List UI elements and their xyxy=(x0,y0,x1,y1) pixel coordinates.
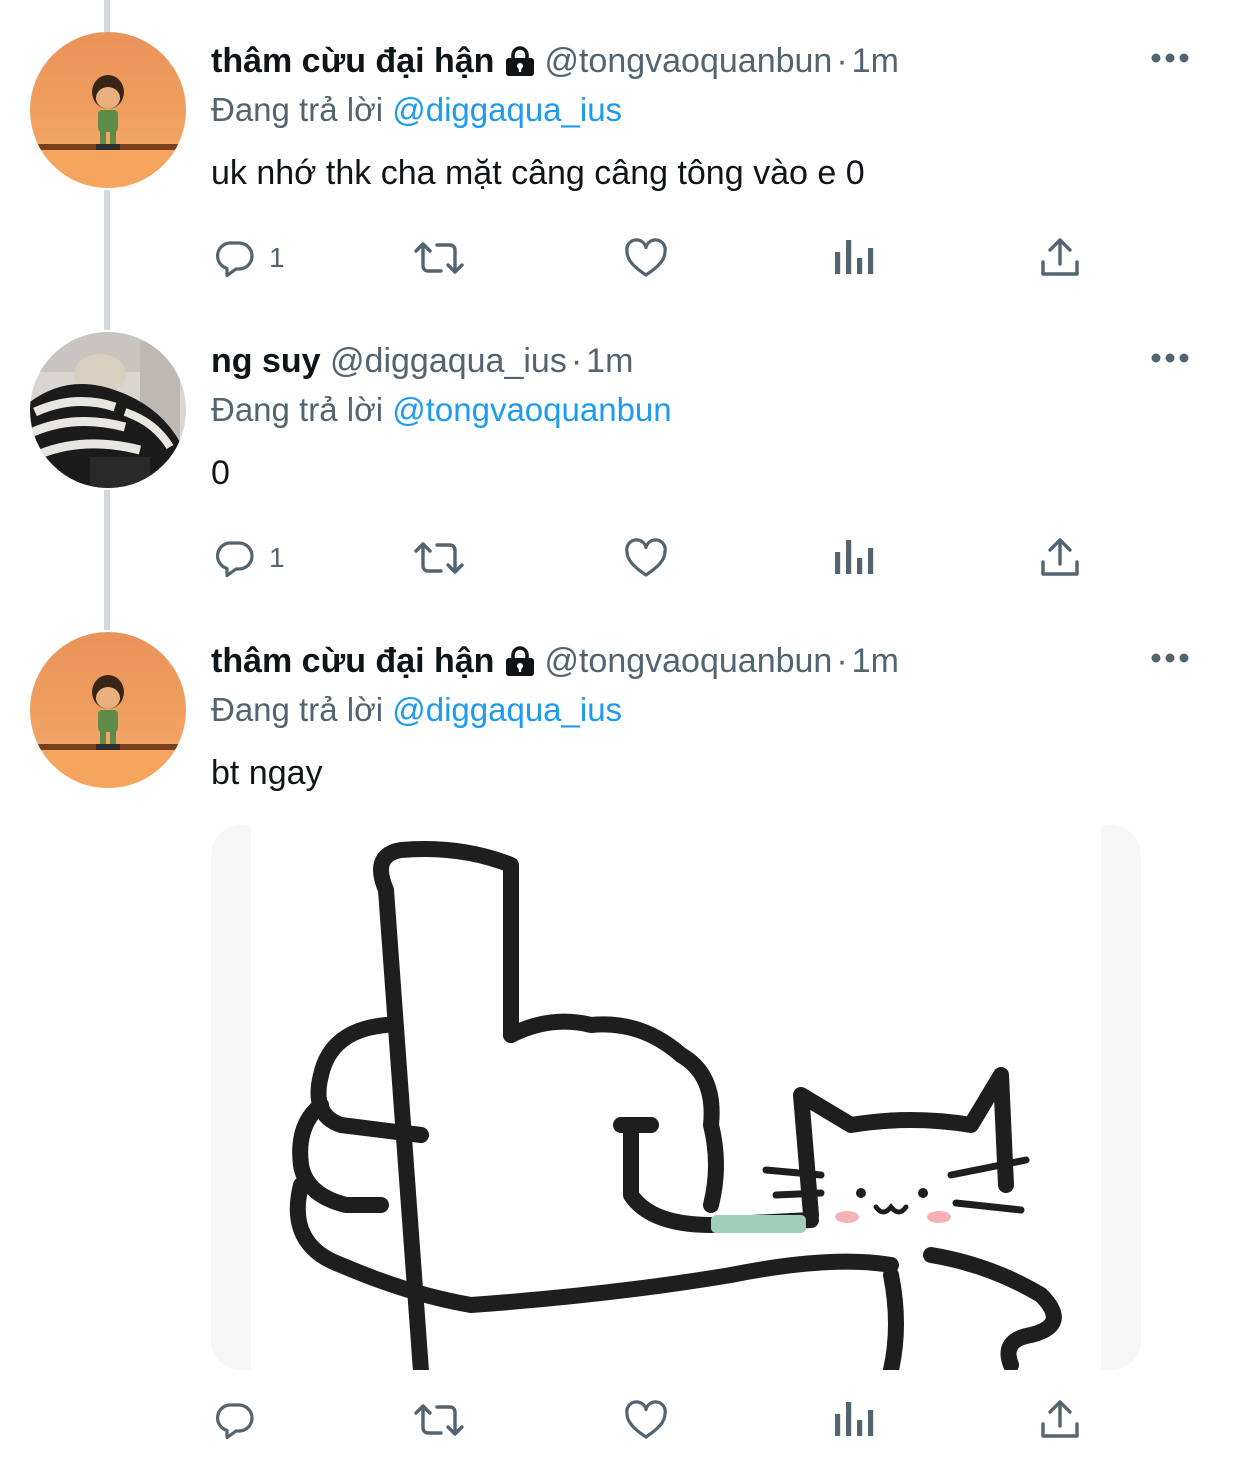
display-name[interactable]: thâm cừu đại hận xyxy=(211,42,494,80)
timestamp[interactable]: 1m xyxy=(852,642,899,680)
like-button[interactable] xyxy=(621,528,671,588)
action-bar: 1 xyxy=(211,528,1091,588)
replying-to-label: Đang trả lời xyxy=(211,691,384,728)
timestamp[interactable]: 1m xyxy=(586,342,633,380)
tweet[interactable]: ng suy @diggaqua_ius · 1m Đang trả lời @to… xyxy=(0,300,1242,620)
mention-link[interactable]: @diggaqua_ius xyxy=(392,91,622,128)
tweet[interactable]: thâm cừu đại hận @tongvaoquanbun · 1m Đang … xyxy=(0,600,1242,1469)
tweet[interactable]: thâm cừu đại hận @tongvaoquanbun · 1m Đang … xyxy=(0,0,1242,320)
replying-to: Đang trả lời @diggaqua_ius xyxy=(211,88,622,132)
reply-button[interactable] xyxy=(211,1390,269,1450)
separator-dot: · xyxy=(836,42,848,80)
mention-link[interactable]: @diggaqua_ius xyxy=(392,691,622,728)
heart-icon xyxy=(621,534,671,582)
timestamp[interactable]: 1m xyxy=(852,42,899,80)
tweet-text: bt ngay xyxy=(211,754,323,792)
share-icon xyxy=(1037,534,1083,582)
lock-icon xyxy=(502,642,538,688)
share-button[interactable] xyxy=(1037,228,1083,288)
reply-count: 1 xyxy=(269,542,285,573)
reply-icon xyxy=(211,234,259,282)
replying-to: Đang trả lời @tongvaoquanbun xyxy=(211,388,672,432)
user-handle[interactable]: @diggaqua_ius xyxy=(330,342,567,380)
like-button[interactable] xyxy=(621,1390,671,1450)
views-button[interactable] xyxy=(831,1390,875,1450)
retweet-button[interactable] xyxy=(411,228,467,288)
separator-dot: · xyxy=(836,642,848,680)
retweet-icon xyxy=(411,234,467,282)
replying-to-label: Đang trả lời xyxy=(211,91,384,128)
reply-button[interactable]: 1 xyxy=(211,228,285,288)
reply-icon xyxy=(211,1396,259,1444)
user-handle[interactable]: @tongvaoquanbun xyxy=(544,42,832,80)
retweet-icon xyxy=(411,534,467,582)
views-icon xyxy=(831,534,875,582)
more-horizontal-icon[interactable] xyxy=(1150,48,1190,68)
mention-link[interactable]: @tongvaoquanbun xyxy=(392,391,671,428)
views-icon xyxy=(831,234,875,282)
tweet-header: thâm cừu đại hận @tongvaoquanbun · 1m xyxy=(211,638,899,684)
separator-dot: · xyxy=(570,342,583,380)
views-icon xyxy=(831,1396,875,1444)
display-name[interactable]: ng suy xyxy=(211,342,321,380)
share-button[interactable] xyxy=(1037,528,1083,588)
retweet-button[interactable] xyxy=(411,528,467,588)
tweet-media-image[interactable] xyxy=(211,825,1141,1370)
reply-button[interactable]: 1 xyxy=(211,528,285,588)
share-icon xyxy=(1037,234,1083,282)
share-icon xyxy=(1037,1396,1083,1444)
heart-icon xyxy=(621,234,671,282)
tweet-text: 0 xyxy=(211,454,230,492)
more-horizontal-icon[interactable] xyxy=(1150,348,1190,368)
replying-to: Đang trả lời @diggaqua_ius xyxy=(211,688,622,732)
retweet-button[interactable] xyxy=(411,1390,467,1450)
display-name[interactable]: thâm cừu đại hận xyxy=(211,642,494,680)
share-button[interactable] xyxy=(1037,1390,1083,1450)
views-button[interactable] xyxy=(831,528,875,588)
like-button[interactable] xyxy=(621,228,671,288)
views-button[interactable] xyxy=(831,228,875,288)
tweet-header: ng suy @diggaqua_ius · 1m xyxy=(211,338,633,384)
heart-icon xyxy=(621,1396,671,1444)
lock-icon xyxy=(502,42,538,88)
avatar[interactable] xyxy=(30,632,186,788)
tweet-text: uk nhớ thk cha mặt câng câng tông vào e … xyxy=(211,154,865,192)
tweet-header: thâm cừu đại hận @tongvaoquanbun · 1m xyxy=(211,38,899,84)
reply-count: 1 xyxy=(269,242,285,273)
retweet-icon xyxy=(411,1396,467,1444)
action-bar xyxy=(211,1390,1091,1450)
reply-icon xyxy=(211,534,259,582)
action-bar: 1 xyxy=(211,228,1091,288)
more-horizontal-icon[interactable] xyxy=(1150,648,1190,668)
avatar[interactable] xyxy=(30,32,186,188)
avatar[interactable] xyxy=(30,332,186,488)
user-handle[interactable]: @tongvaoquanbun xyxy=(544,642,832,680)
replying-to-label: Đang trả lời xyxy=(211,391,384,428)
